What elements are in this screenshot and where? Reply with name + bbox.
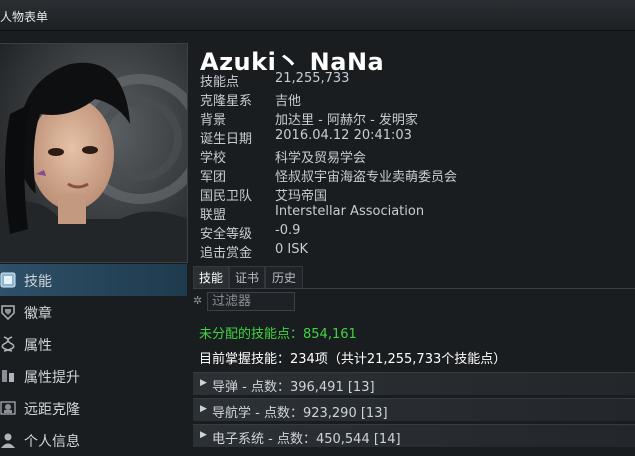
info-label: 军团	[200, 170, 227, 185]
info-label: 诞生日期	[200, 132, 253, 147]
portrait-image	[0, 44, 187, 262]
info-value: 2016.04.12 20:41:03	[275, 128, 412, 143]
info-value: 0 ISK	[275, 242, 309, 257]
sidebar-nav: 技能 徽章 属性 属性提升 远距克隆 个人信息	[0, 264, 187, 456]
sidebar-item-label: 个人信息	[24, 434, 80, 450]
info-value[interactable]: 艾玛帝国	[275, 185, 327, 204]
info-value: 21,255,733	[275, 71, 350, 86]
skill-group-navigation[interactable]: ▶ 导航学 - 点数：923,290 [13]	[193, 398, 635, 421]
info-label: 联盟	[200, 208, 227, 223]
tab-history[interactable]: 历史	[265, 266, 303, 289]
sidebar-item-label: 徽章	[24, 306, 52, 322]
skill-group-missiles[interactable]: ▶ 导弹 - 点数：396,491 [13]	[193, 372, 635, 395]
unallocated-skillpoints: 未分配的技能点：854,161	[199, 327, 357, 342]
decorations-icon	[1, 305, 15, 320]
sidebar-item-label: 属性提升	[24, 370, 80, 386]
skills-icon	[0, 272, 16, 288]
info-value[interactable]: 吉他	[275, 90, 301, 109]
skill-group-label: 电子系统 - 点数：450,544 [14]	[212, 432, 401, 447]
sidebar-item-bio[interactable]: 个人信息	[0, 424, 187, 456]
info-label: 学校	[200, 151, 227, 166]
skill-group-label: 导航学 - 点数：923,290 [13]	[212, 406, 388, 421]
info-value[interactable]: 科学及贸易学会	[275, 147, 366, 166]
character-portrait[interactable]	[0, 43, 188, 263]
expand-arrow-icon: ▶	[200, 378, 207, 388]
tab-divider	[193, 288, 635, 289]
expand-arrow-icon: ▶	[200, 404, 207, 414]
sidebar-item-decorations[interactable]: 徽章	[0, 296, 187, 328]
sidebar-item-label: 技能	[24, 274, 52, 290]
augmentations-icon	[2, 370, 14, 382]
window-titlebar[interactable]: 人物表单	[0, 0, 635, 31]
sidebar-item-label: 属性	[24, 338, 52, 354]
skill-group-label: 导弹 - 点数：396,491 [13]	[212, 380, 375, 395]
info-label: 追击赏金	[200, 246, 253, 261]
sidebar-item-attributes[interactable]: 属性	[0, 328, 187, 360]
sidebar-item-skills[interactable]: 技能	[0, 264, 187, 296]
info-value: 加达里 - 阿赫尔 - 发明家	[275, 113, 418, 128]
sidebar-item-label: 远距克隆	[24, 402, 80, 418]
expand-arrow-icon: ▶	[200, 430, 207, 440]
skill-groups-list: ▶ 导弹 - 点数：396,491 [13] ▶ 导航学 - 点数：923,29…	[193, 372, 635, 450]
info-value: -0.9	[275, 223, 301, 238]
filter-gear-icon[interactable]: ✲	[193, 295, 205, 307]
skill-group-electronic-systems[interactable]: ▶ 电子系统 - 点数：450,544 [14]	[193, 424, 635, 447]
window-title: 人物表单	[0, 10, 49, 24]
attributes-icon	[1, 336, 15, 352]
info-label: 国民卫队	[200, 189, 253, 204]
info-value[interactable]: 怪叔叔宇宙海盗专业卖萌委员会	[275, 166, 457, 185]
info-label: 克隆星系	[200, 94, 253, 109]
sidebar-item-jump-clones[interactable]: 远距克隆	[0, 392, 187, 424]
sidebar-item-augmentations[interactable]: 属性提升	[0, 360, 187, 392]
tab-skills[interactable]: 技能	[193, 266, 229, 289]
info-value[interactable]: Interstellar Association	[275, 204, 424, 219]
info-label: 技能点	[200, 75, 240, 90]
trained-skills-summary: 目前掌握技能：234项（共计21,255,733个技能点）	[199, 352, 507, 367]
filter-input[interactable]	[207, 292, 295, 311]
info-label: 背景	[200, 113, 227, 128]
jump-clone-icon	[0, 401, 16, 415]
tab-certificates[interactable]: 证书	[229, 266, 265, 289]
info-label: 安全等级	[200, 227, 253, 242]
